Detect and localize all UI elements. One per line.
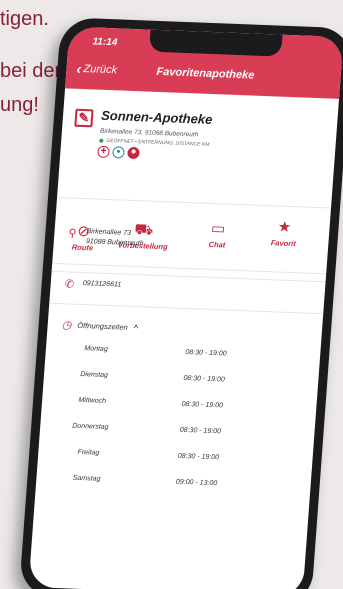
- opening-hours-toggle[interactable]: ◷ Öffnungszeiten ^: [61, 318, 138, 334]
- hours-time: 08:30 - 19:00: [179, 426, 222, 436]
- settings-gear-icon: ✹: [127, 146, 140, 160]
- pharmacy-card: ✎ Sonnen-Apotheke Birkenallee 73, 91088 …: [51, 88, 340, 283]
- promo-line-1: tigen.: [0, 8, 49, 30]
- location-pin-icon: ⚲: [67, 227, 77, 240]
- pharmacy-name: Sonnen-Apotheke: [100, 107, 213, 127]
- hours-day: Freitag: [77, 448, 100, 457]
- hours-row: Freitag 08:30 - 19:00: [38, 447, 313, 471]
- back-button[interactable]: ‹ Zurück: [75, 60, 118, 78]
- hours-day: Dienstag: [80, 370, 109, 380]
- pharmacy-address: Birkenallee 73, 91088 Bubenreuth: [99, 127, 199, 139]
- status-time: 11:14: [92, 36, 118, 49]
- promo-line-2: bei der: [0, 60, 62, 82]
- chevron-up-icon: ^: [133, 322, 139, 333]
- promo-line-3: ung!: [0, 94, 39, 116]
- hours-time: 08:30 - 19:00: [185, 348, 227, 358]
- chevron-left-icon: ‹: [75, 60, 83, 78]
- back-label: Zurück: [83, 63, 118, 77]
- hours-row: Samstag 09:00 - 13:00: [36, 473, 311, 497]
- hours-day: Mittwoch: [78, 396, 107, 405]
- opening-hours-section: ◷ Öffnungszeiten ^ Montag 08:30 - 19:00 …: [35, 304, 324, 514]
- hours-time: 09:00 - 13:00: [175, 478, 218, 488]
- phone-icon: ✆: [64, 278, 75, 291]
- phone-number: 0913126611: [82, 280, 122, 289]
- page-title: Favoritenapotheke: [156, 65, 255, 82]
- hours-time: 08:30 - 19:00: [183, 374, 226, 384]
- address-text: Birkenallee 73 91088 Bubenreuth: [85, 227, 144, 249]
- address-line-2: 91088 Bubenreuth: [85, 238, 144, 248]
- pharmacy-logo-icon: ✎: [74, 108, 94, 128]
- opening-hours-title: Öffnungszeiten: [77, 320, 129, 332]
- hours-day: Montag: [84, 345, 108, 353]
- hours-day: Donnerstag: [71, 422, 109, 432]
- phone-mockup: 11:14 ‹ Zurück Favoritenapotheke ✎ Sonne…: [18, 17, 343, 589]
- hours-row: Dienstag 08:30 - 19:00: [43, 370, 318, 394]
- hours-row: Mittwoch 08:30 - 19:00: [41, 395, 316, 419]
- chat-icon: ●: [112, 146, 125, 159]
- clock-icon: ◷: [61, 319, 72, 332]
- hours-row: Donnerstag 08:30 - 19:00: [40, 421, 315, 445]
- app-screen: 11:14 ‹ Zurück Favoritenapotheke ✎ Sonne…: [28, 26, 343, 589]
- hours-time: 08:30 - 19:00: [181, 400, 224, 410]
- hours-day: Samstag: [72, 474, 101, 483]
- hours-time: 08:30 - 19:00: [177, 452, 220, 462]
- open-dot-icon: [99, 138, 104, 143]
- pharmacy-badges: ✚ ● ✹: [97, 145, 140, 160]
- pharmacy-cross-icon: ✚: [97, 145, 110, 159]
- hours-row: Montag 08:30 - 19:00: [45, 344, 320, 368]
